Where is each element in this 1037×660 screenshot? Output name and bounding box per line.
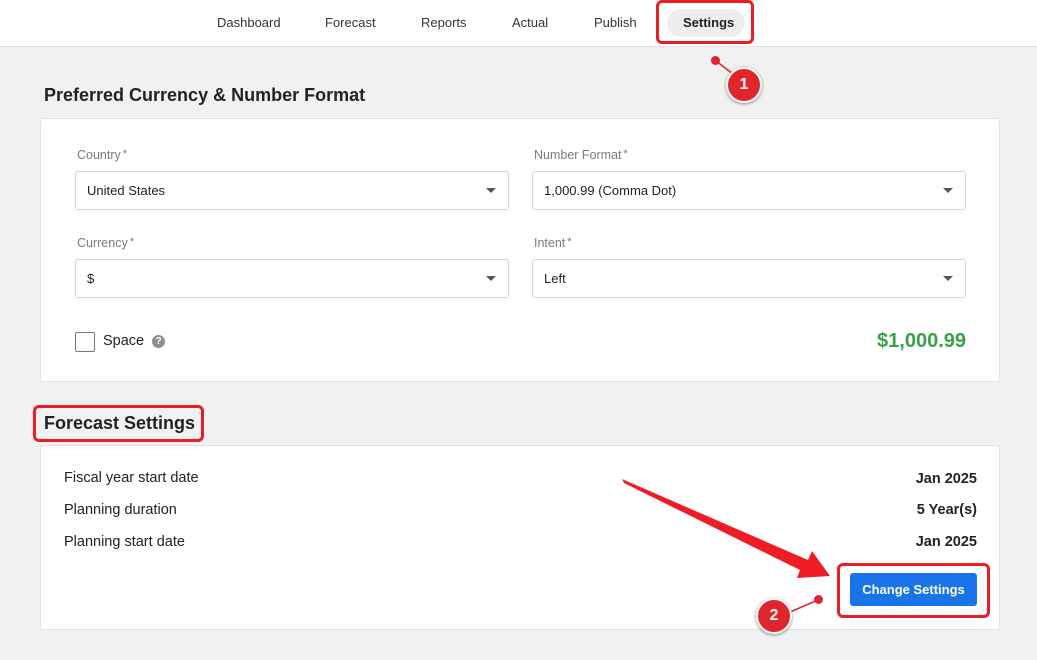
- tab-reports[interactable]: Reports: [421, 0, 467, 45]
- question-circle-icon[interactable]: ?: [152, 335, 165, 348]
- planning-start-value: Jan 2025: [915, 534, 977, 550]
- number-format-label: Number Format *: [534, 148, 628, 162]
- currency-select-value: $: [87, 271, 95, 286]
- number-format-select[interactable]: 1,000.99 (Comma Dot): [532, 171, 966, 210]
- intent-label-text: Intent: [534, 236, 566, 250]
- intent-select-value: Left: [544, 271, 566, 286]
- country-label-text: Country: [77, 148, 121, 162]
- fiscal-year-start-value: Jan 2025: [915, 471, 977, 487]
- space-label: Space: [103, 333, 145, 349]
- intent-select[interactable]: Left: [532, 259, 966, 298]
- country-select-value: United States: [87, 183, 166, 198]
- caret-down-icon: [943, 188, 953, 193]
- change-settings-highlight: [837, 563, 990, 618]
- forecast-title-highlight: [33, 405, 204, 442]
- required-mark: *: [567, 236, 572, 248]
- number-format-select-value: 1,000.99 (Comma Dot): [544, 183, 677, 198]
- number-format-label-text: Number Format: [534, 148, 622, 162]
- space-checkbox[interactable]: [75, 332, 95, 352]
- caret-down-icon: [486, 188, 496, 193]
- currency-format-card: [40, 118, 1000, 382]
- planning-start-label: Planning start date: [64, 534, 185, 550]
- currency-select[interactable]: $: [75, 259, 509, 298]
- planning-duration-value: 5 Year(s): [916, 502, 977, 518]
- tab-dashboard[interactable]: Dashboard: [217, 0, 281, 45]
- tab-forecast[interactable]: Forecast: [325, 0, 376, 45]
- required-mark: *: [129, 236, 134, 248]
- settings-tab-highlight: [656, 0, 754, 44]
- annotation-dot: [814, 595, 823, 604]
- step-2-badge: 2: [756, 598, 792, 634]
- fiscal-year-start-label: Fiscal year start date: [64, 470, 199, 486]
- annotation-dot: [711, 56, 720, 65]
- top-navigation: Dashboard Forecast Reports Actual Publis…: [0, 0, 1037, 47]
- required-mark: *: [122, 148, 128, 160]
- tab-publish[interactable]: Publish: [594, 0, 637, 45]
- planning-duration-label: Planning duration: [64, 502, 177, 518]
- tab-actual[interactable]: Actual: [512, 0, 548, 45]
- country-label: Country *: [77, 148, 127, 162]
- currency-label: Currency *: [77, 236, 134, 250]
- step-1-badge: 1: [726, 67, 762, 103]
- intent-label: Intent *: [534, 236, 572, 250]
- currency-label-text: Currency: [77, 236, 128, 250]
- caret-down-icon: [486, 276, 496, 281]
- country-select[interactable]: United States: [75, 171, 509, 210]
- caret-down-icon: [943, 276, 953, 281]
- currency-preview: $1,000.99: [877, 330, 966, 352]
- required-mark: *: [623, 148, 628, 160]
- currency-section-title: Preferred Currency & Number Format: [44, 85, 366, 105]
